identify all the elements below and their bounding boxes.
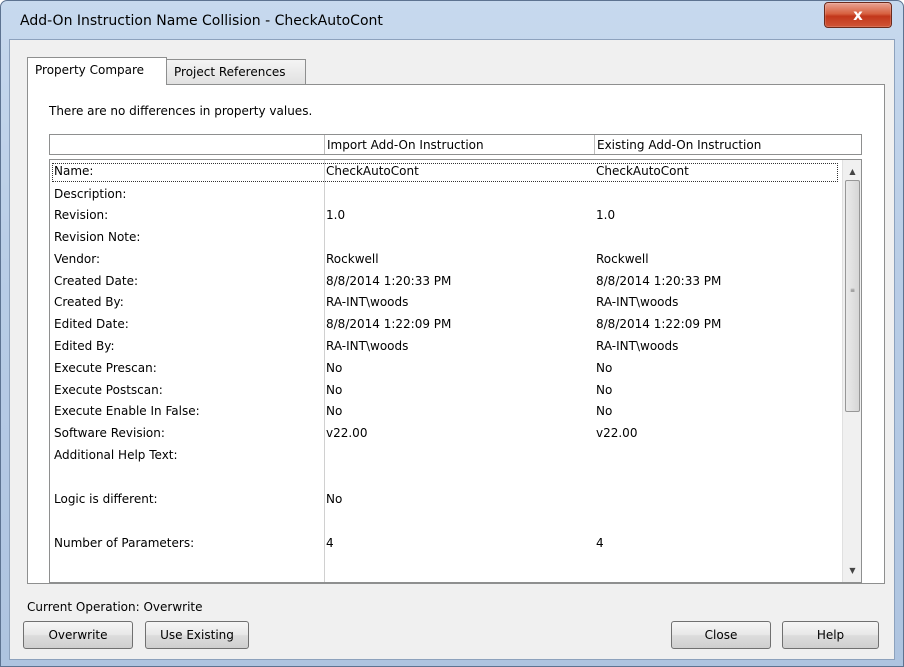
- overwrite-button[interactable]: Overwrite: [23, 621, 133, 649]
- import-value-cell: CheckAutoCont: [326, 164, 419, 178]
- compare-grid-header: Import Add-On Instruction Existing Add-O…: [49, 134, 862, 155]
- window-title: Add-On Instruction Name Collision - Chec…: [20, 13, 383, 29]
- existing-value-cell: CheckAutoCont: [596, 164, 689, 178]
- tab-label: Project References: [174, 65, 286, 79]
- column-header-import: Import Add-On Instruction: [324, 135, 594, 154]
- import-value-cell: Rockwell: [326, 252, 379, 266]
- existing-value-cell: No: [596, 361, 613, 375]
- property-name-cell: Logic is different:: [54, 492, 158, 506]
- existing-value-cell: No: [596, 383, 613, 397]
- import-value-cell: RA-INT\woods: [326, 339, 409, 353]
- import-value-cell: v22.00: [326, 426, 368, 440]
- property-name-cell: Revision:: [54, 208, 109, 222]
- help-button[interactable]: Help: [782, 621, 879, 649]
- current-operation-label: Current Operation: Overwrite: [27, 600, 203, 614]
- property-name-cell: Vendor:: [54, 252, 100, 266]
- import-value-cell: 8/8/2014 1:20:33 PM: [326, 274, 452, 288]
- use-existing-button[interactable]: Use Existing: [145, 621, 249, 649]
- vertical-scrollbar[interactable]: ▲ ≡ ▼: [842, 160, 861, 582]
- title-bar[interactable]: Add-On Instruction Name Collision - Chec…: [1, 1, 903, 39]
- property-name-cell: Execute Enable In False:: [54, 404, 200, 418]
- existing-value-cell: v22.00: [596, 426, 638, 440]
- import-value-cell: 4: [326, 536, 334, 550]
- existing-value-cell: RA-INT\woods: [596, 295, 679, 309]
- grip-icon: ≡: [850, 287, 856, 294]
- property-name-cell: Execute Postscan:: [54, 383, 163, 397]
- existing-value-cell: RA-INT\woods: [596, 339, 679, 353]
- property-name-cell: Edited By:: [54, 339, 115, 353]
- import-value-cell: No: [326, 361, 343, 375]
- property-name-cell: Created Date:: [54, 274, 139, 288]
- property-name-cell: Additional Help Text:: [54, 448, 178, 462]
- scrollbar-thumb[interactable]: ≡: [845, 180, 860, 412]
- close-icon: x: [853, 6, 863, 24]
- import-value-cell: No: [326, 492, 343, 506]
- tab-project-references[interactable]: Project References: [166, 59, 306, 84]
- existing-value-cell: 8/8/2014 1:20:33 PM: [596, 274, 722, 288]
- close-window-button[interactable]: x: [824, 2, 892, 28]
- column-header-property: [50, 135, 324, 154]
- dialog-client-area: Property Compare Project References Ther…: [9, 39, 895, 660]
- dialog-window: Add-On Instruction Name Collision - Chec…: [0, 0, 904, 667]
- compare-grid[interactable]: Name: CheckAutoCont CheckAutoCont Descripti…: [49, 159, 862, 583]
- property-name-cell: Created By:: [54, 295, 124, 309]
- existing-value-cell: 4: [596, 536, 604, 550]
- import-value-cell: No: [326, 404, 343, 418]
- tab-label: Property Compare: [35, 63, 145, 77]
- scroll-up-arrow-icon[interactable]: ▲: [843, 162, 861, 180]
- property-name-cell: Software Revision:: [54, 426, 165, 440]
- column-divider: [324, 160, 325, 582]
- property-name-cell: Revision Note:: [54, 230, 141, 244]
- existing-value-cell: 1.0: [596, 208, 616, 222]
- close-button[interactable]: Close: [671, 621, 771, 649]
- scroll-down-arrow-icon[interactable]: ▼: [843, 561, 861, 579]
- import-value-cell: 1.0: [326, 208, 346, 222]
- differences-message: There are no differences in property val…: [49, 104, 313, 118]
- property-name-cell: Execute Prescan:: [54, 361, 157, 375]
- import-value-cell: 8/8/2014 1:22:09 PM: [326, 317, 452, 331]
- existing-value-cell: No: [596, 404, 613, 418]
- property-name-cell: Description:: [54, 187, 127, 201]
- existing-value-cell: Rockwell: [596, 252, 649, 266]
- import-value-cell: RA-INT\woods: [326, 295, 409, 309]
- tab-property-compare[interactable]: Property Compare: [27, 57, 167, 85]
- property-compare-panel: There are no differences in property val…: [27, 84, 885, 584]
- selected-row-focus: [52, 163, 838, 182]
- property-name-cell: Edited Date:: [54, 317, 129, 331]
- import-value-cell: No: [326, 383, 343, 397]
- property-name-cell: Number of Parameters:: [54, 536, 195, 550]
- existing-value-cell: 8/8/2014 1:22:09 PM: [596, 317, 722, 331]
- property-name-cell: Name:: [54, 164, 94, 178]
- column-header-existing: Existing Add-On Instruction: [594, 135, 861, 154]
